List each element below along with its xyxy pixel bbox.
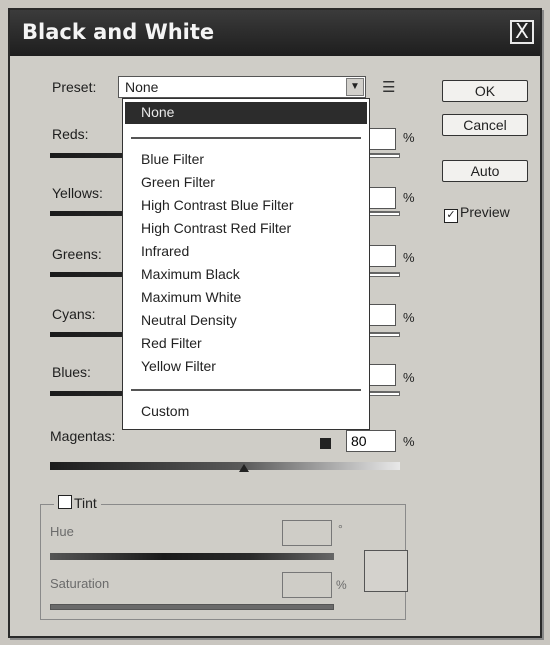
menu-divider [131,137,361,139]
preview-checkbox[interactable]: ✓ Preview [444,204,510,223]
greens-unit: % [403,250,415,265]
magentas-unit: % [403,434,415,449]
preset-select[interactable]: None ▼ [118,76,366,98]
greens-label: Greens: [52,246,102,262]
menu-item-custom[interactable]: Custom [141,403,189,419]
tint-checkbox[interactable]: Tint [54,495,101,511]
menu-item-blue-filter[interactable]: Blue Filter [141,151,204,167]
magentas-label: Magentas: [50,428,116,444]
menu-item-yellow-filter[interactable]: Yellow Filter [141,358,216,374]
hue-label: Hue [50,524,74,539]
cyans-unit: % [403,310,415,325]
cyans-label: Cyans: [52,306,96,322]
menu-item-maximum-white[interactable]: Maximum White [141,289,241,305]
menu-item-high-contrast-red-filter[interactable]: High Contrast Red Filter [141,220,291,236]
magentas-input[interactable]: 80 [346,430,396,452]
chevron-down-icon[interactable]: ▼ [346,78,364,96]
menu-item-red-filter[interactable]: Red Filter [141,335,202,351]
preset-options-icon[interactable]: ☰ [382,78,395,96]
dialog-title: Black and White [22,20,215,44]
saturation-input[interactable] [282,572,332,598]
preset-value: None [125,79,159,95]
close-button[interactable]: X [510,20,534,44]
hue-input[interactable] [282,520,332,546]
menu-item-none[interactable]: None [125,102,367,124]
tint-label: Tint [74,495,97,511]
menu-item-green-filter[interactable]: Green Filter [141,174,215,190]
preset-dropdown-menu: None Blue Filter Green Filter High Contr… [122,98,370,430]
title-bar[interactable]: Black and White X [10,10,540,56]
hue-unit: ° [338,522,343,536]
menu-item-maximum-black[interactable]: Maximum Black [141,266,240,282]
blues-unit: % [403,370,415,385]
magentas-slider-track[interactable] [50,462,400,470]
saturation-label: Saturation [50,576,110,591]
preview-label: Preview [460,204,510,220]
black-and-white-dialog: Black and White X Preset: None ▼ ☰ OK Ca… [8,8,542,638]
preset-label: Preset: [52,79,97,95]
yellows-unit: % [403,190,415,205]
ok-button[interactable]: OK [442,80,528,102]
tint-group [40,504,406,620]
reds-unit: % [403,130,415,145]
menu-item-infrared[interactable]: Infrared [141,243,189,259]
saturation-unit: % [336,578,347,592]
hue-slider-track[interactable] [50,553,334,560]
auto-button[interactable]: Auto [442,160,528,182]
saturation-slider-track[interactable] [50,604,334,610]
magentas-slider-thumb[interactable] [239,464,249,472]
reds-label: Reds: [52,126,89,142]
tint-check-icon[interactable] [58,495,72,509]
menu-item-none-label: None [141,104,175,120]
yellows-label: Yellows: [52,185,103,201]
menu-divider [131,389,361,391]
menu-item-neutral-density[interactable]: Neutral Density [141,312,237,328]
cancel-button[interactable]: Cancel [442,114,528,136]
tint-color-swatch[interactable] [364,550,408,592]
preview-check-icon[interactable]: ✓ [444,209,458,223]
magentas-swatch [320,438,331,449]
menu-item-high-contrast-blue-filter[interactable]: High Contrast Blue Filter [141,197,294,213]
blues-label: Blues: [52,364,91,380]
